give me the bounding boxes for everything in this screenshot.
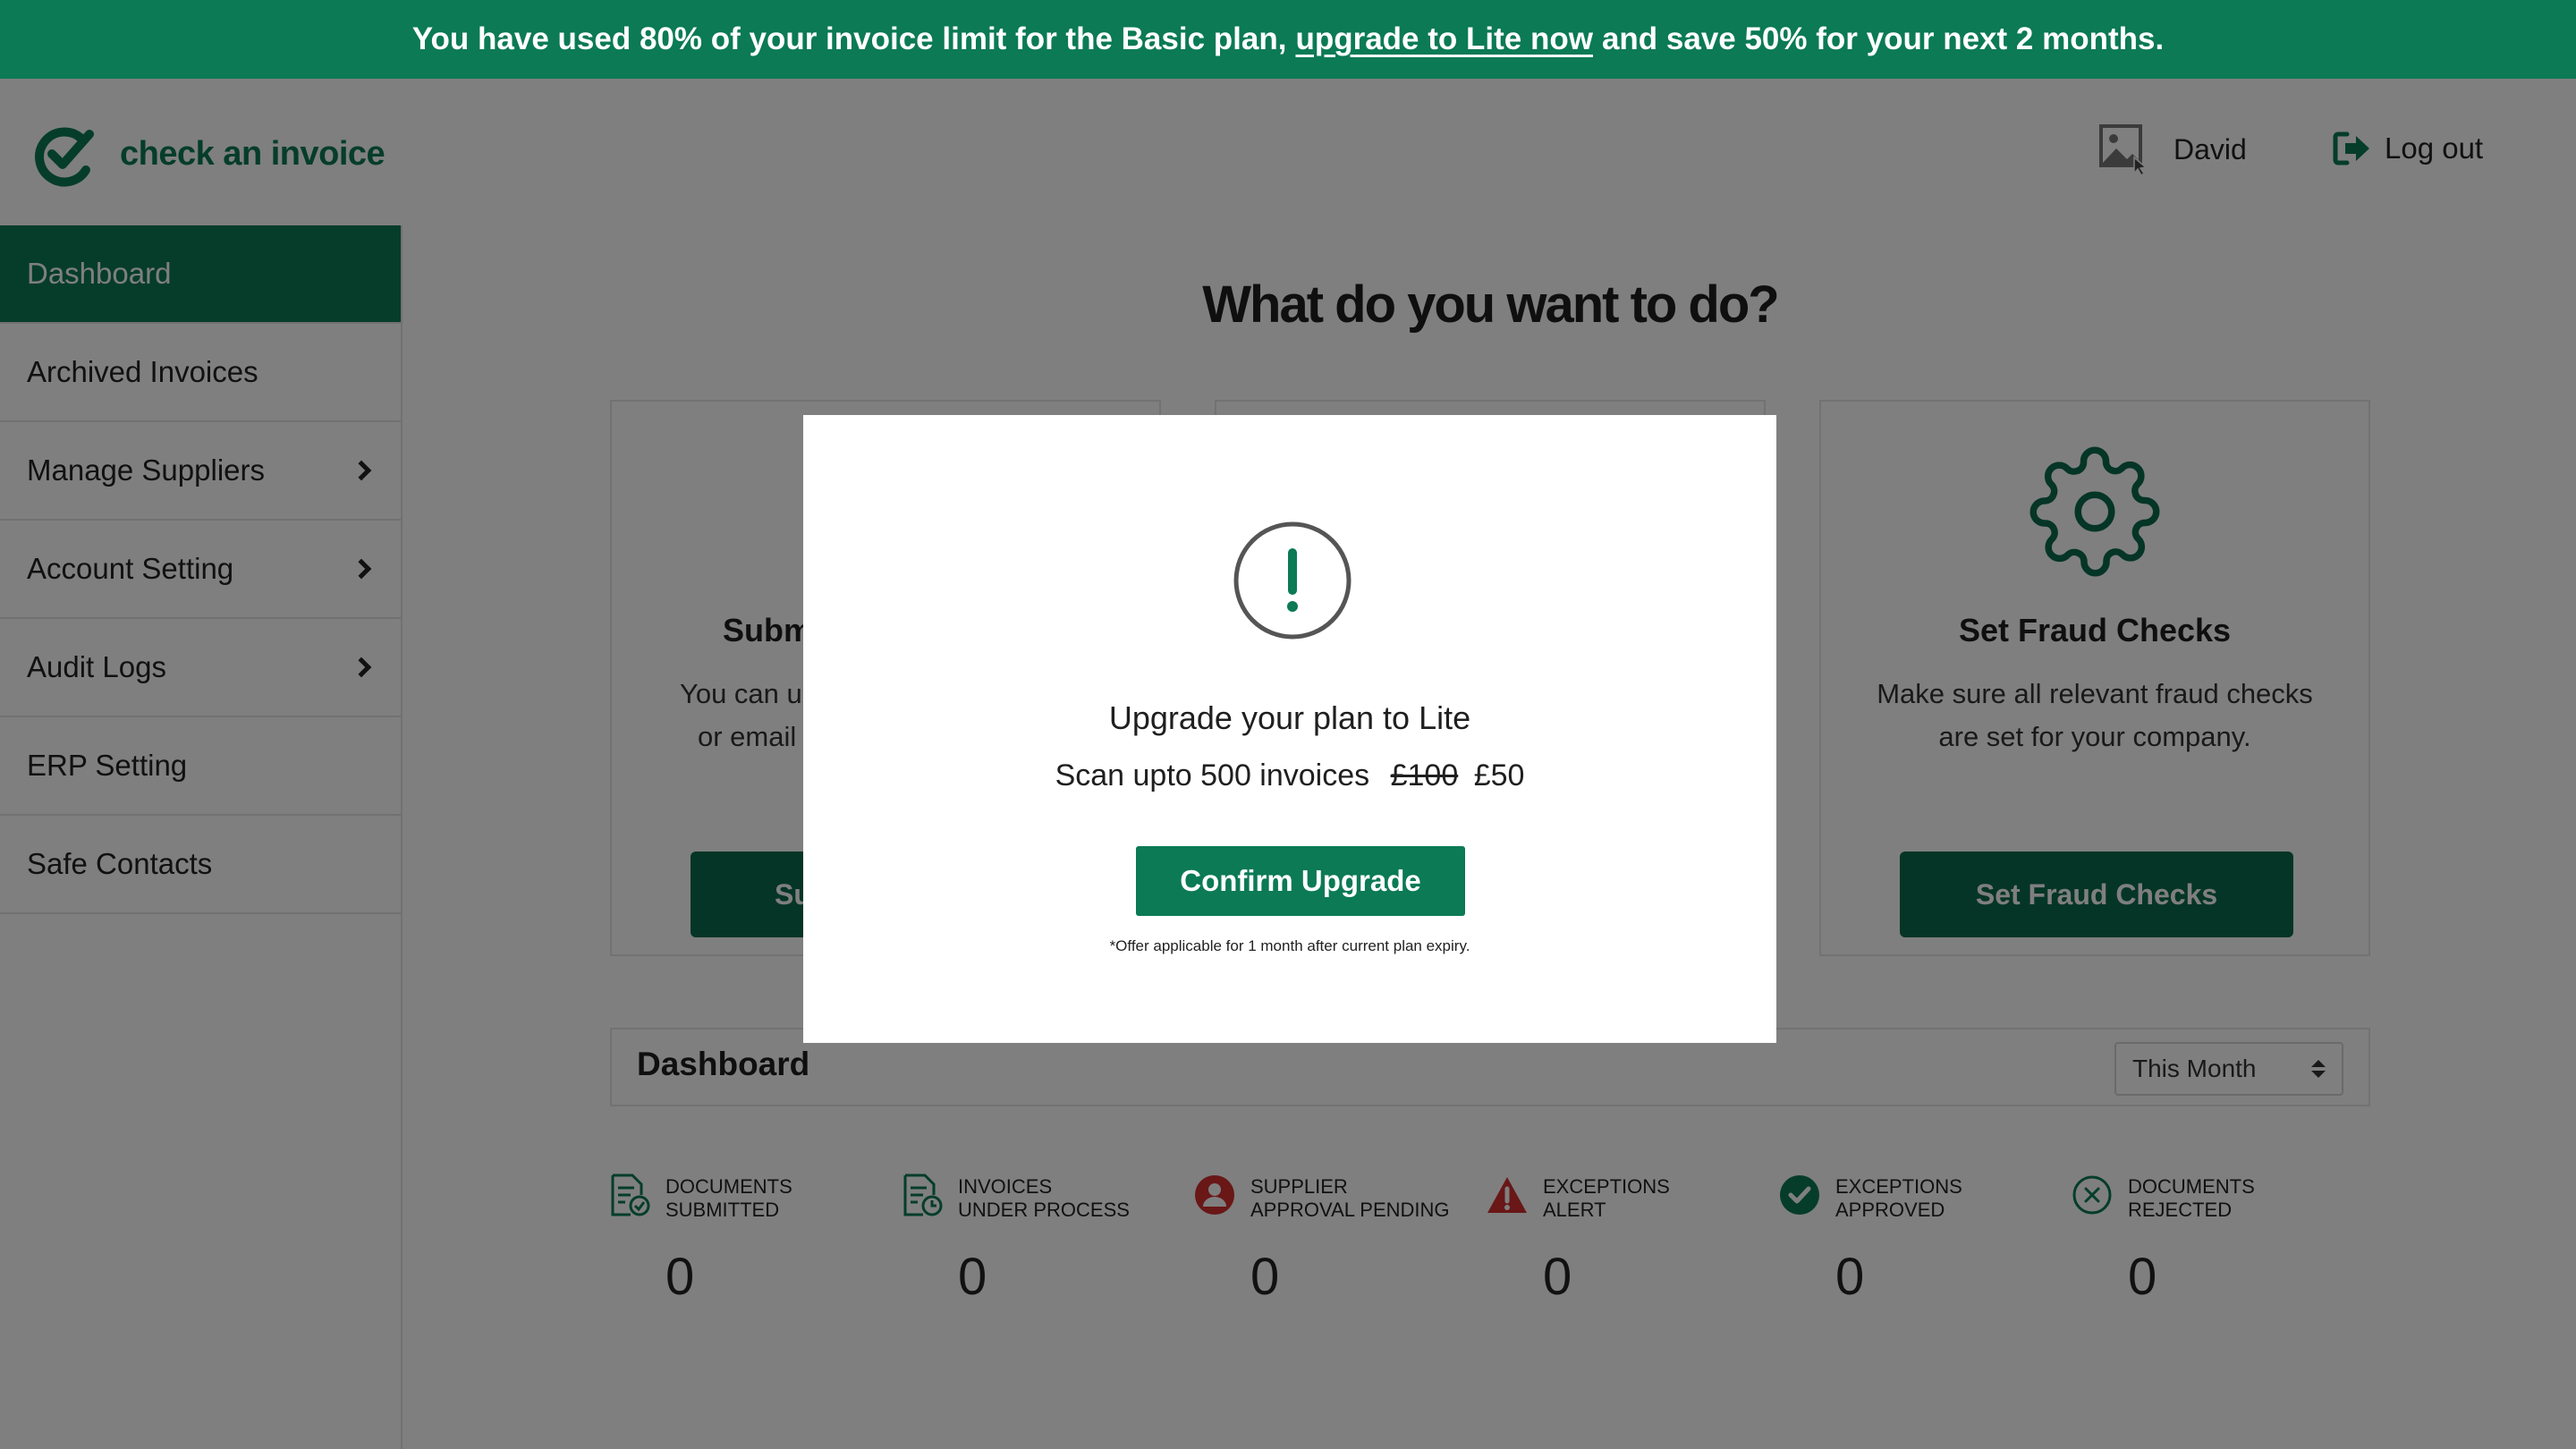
upgrade-link[interactable]: upgrade to Lite now [1295, 21, 1592, 57]
new-price: £50 [1473, 758, 1525, 792]
banner-text-before: You have used 80% of your invoice limit … [411, 21, 1287, 56]
upgrade-modal: Upgrade your plan to Lite Scan upto 500 … [803, 415, 1776, 1043]
upgrade-banner: You have used 80% of your invoice limit … [0, 0, 2576, 79]
modal-price-text: Scan upto 500 invoices [1055, 758, 1370, 792]
confirm-upgrade-button[interactable]: Confirm Upgrade [1136, 846, 1465, 916]
modal-title: Upgrade your plan to Lite [1108, 699, 1471, 736]
exclamation-icon [1233, 521, 1352, 645]
offer-note: *Offer applicable for 1 month after curr… [1109, 937, 1470, 954]
confirm-upgrade-label: Confirm Upgrade [1180, 864, 1421, 897]
banner-text-after: and save 50% for your next 2 months. [1601, 21, 2165, 56]
modal-price: Scan upto 500 invoices £100 £50 [803, 758, 1776, 793]
old-price: £100 [1390, 758, 1459, 792]
